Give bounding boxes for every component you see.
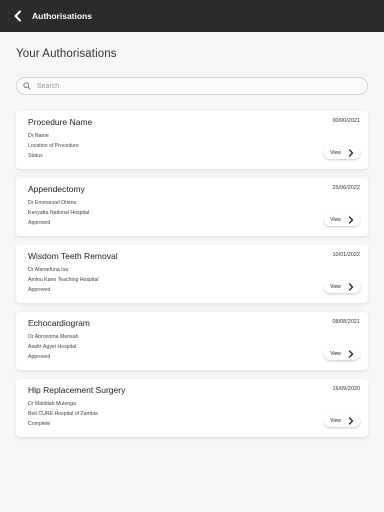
chevron-right-icon bbox=[348, 417, 354, 425]
chevron-right-icon bbox=[348, 149, 354, 157]
card-status: Complete bbox=[28, 421, 51, 427]
card-location: Beit CURE Hospital of Zambia bbox=[28, 411, 98, 417]
card-location: Location of Procedure bbox=[28, 143, 79, 149]
view-button-label: View bbox=[330, 150, 341, 156]
chevron-right-icon bbox=[348, 216, 354, 224]
card-title: Wisdom Teeth Removal bbox=[28, 251, 118, 261]
search-icon bbox=[23, 82, 31, 90]
back-button[interactable] bbox=[4, 0, 32, 32]
card-title: Procedure Name bbox=[28, 117, 93, 127]
card-date: 00/00/2021 bbox=[332, 118, 360, 124]
card-location: Kenyatta National Hospital bbox=[28, 210, 90, 216]
view-button-label: View bbox=[330, 418, 341, 424]
authorisation-card[interactable]: Echocardiogram 08/08/2021 Dr Abronoma Me… bbox=[16, 312, 368, 370]
card-title: Appendectomy bbox=[28, 184, 85, 194]
card-title: Hip Replacement Surgery bbox=[28, 385, 126, 395]
card-doctor: Dr Emmanuel Otieno bbox=[28, 200, 77, 206]
view-button[interactable]: View bbox=[324, 281, 360, 293]
view-button[interactable]: View bbox=[324, 348, 360, 360]
view-button[interactable]: View bbox=[324, 415, 360, 427]
card-date: 08/08/2021 bbox=[332, 319, 360, 325]
chevron-right-icon bbox=[348, 350, 354, 358]
authorisation-card[interactable]: Appendectomy 25/06/2022 Dr Emmanuel Otie… bbox=[16, 178, 368, 236]
view-button-label: View bbox=[330, 284, 341, 290]
page-title: Your Authorisations bbox=[16, 48, 117, 60]
card-status: Status bbox=[28, 153, 43, 159]
chevron-left-icon bbox=[14, 10, 21, 22]
card-doctor: Dr Matildah Mulenga bbox=[28, 401, 76, 407]
authorisation-card[interactable]: Wisdom Teeth Removal 10/01/2022 Dr Afame… bbox=[16, 245, 368, 303]
card-doctor: Dr Name bbox=[28, 133, 49, 139]
search-bar[interactable] bbox=[16, 77, 368, 95]
card-title: Echocardiogram bbox=[28, 318, 90, 328]
card-date: 10/01/2022 bbox=[332, 252, 360, 258]
card-location: Aminu Kano Teaching Hospital bbox=[28, 277, 99, 283]
view-button[interactable]: View bbox=[324, 214, 360, 226]
card-doctor: Dr Afamefuna Isa bbox=[28, 267, 69, 273]
view-button-label: View bbox=[330, 351, 341, 357]
card-status: Approved bbox=[28, 220, 51, 226]
card-doctor: Dr Abronoma Mensah bbox=[28, 334, 79, 340]
chevron-right-icon bbox=[348, 283, 354, 291]
authorisation-card[interactable]: Hip Replacement Surgery 16/09/2020 Dr Ma… bbox=[16, 379, 368, 437]
app-bar-title: Authorisations bbox=[32, 11, 92, 21]
card-location: Asafo-Agyei Hospital bbox=[28, 344, 77, 350]
top-app-bar: Authorisations bbox=[0, 0, 384, 32]
card-status: Approved bbox=[28, 287, 51, 293]
card-status: Approved bbox=[28, 354, 51, 360]
authorisation-card[interactable]: Procedure Name 00/00/2021 Dr Name Locati… bbox=[16, 111, 368, 169]
card-date: 25/06/2022 bbox=[332, 185, 360, 191]
view-button-label: View bbox=[330, 217, 341, 223]
search-input[interactable] bbox=[37, 82, 337, 90]
card-date: 16/09/2020 bbox=[332, 386, 360, 392]
view-button[interactable]: View bbox=[324, 147, 360, 159]
